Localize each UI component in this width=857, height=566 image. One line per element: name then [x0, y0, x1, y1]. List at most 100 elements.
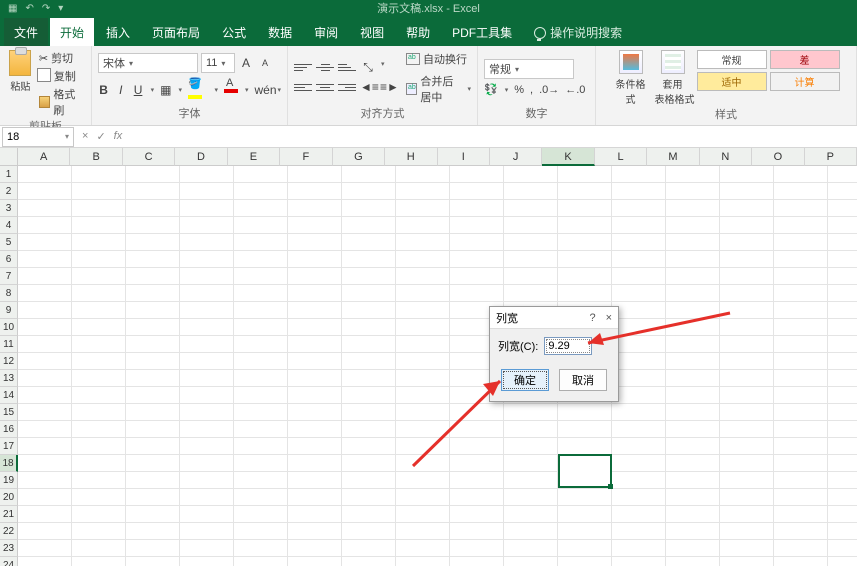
- align-left-button[interactable]: [294, 80, 312, 96]
- row-header-10[interactable]: 10: [0, 319, 18, 336]
- percent-button[interactable]: %: [514, 84, 524, 96]
- cells-area[interactable]: [18, 166, 857, 566]
- border-button[interactable]: ▦: [160, 83, 171, 97]
- style-calc[interactable]: 计算: [770, 72, 840, 91]
- name-box[interactable]: 18 ▾: [2, 127, 74, 147]
- row-header-19[interactable]: 19: [0, 472, 18, 489]
- save-icon[interactable]: ▦: [8, 3, 17, 14]
- align-center-button[interactable]: [316, 80, 334, 96]
- format-as-table-button[interactable]: 套用 表格格式: [655, 50, 691, 106]
- column-header-F[interactable]: F: [280, 148, 332, 166]
- decrease-font-button[interactable]: A: [257, 58, 273, 68]
- tab-page-layout[interactable]: 页面布局: [142, 18, 210, 46]
- column-header-G[interactable]: G: [333, 148, 385, 166]
- tab-formulas[interactable]: 公式: [212, 18, 256, 46]
- accounting-format-button[interactable]: 💱: [484, 83, 498, 96]
- row-header-8[interactable]: 8: [0, 285, 18, 302]
- row-header-20[interactable]: 20: [0, 489, 18, 506]
- column-header-H[interactable]: H: [385, 148, 437, 166]
- cancel-formula-button[interactable]: ×: [82, 130, 88, 143]
- row-header-3[interactable]: 3: [0, 200, 18, 217]
- increase-indent-button[interactable]: ≡►: [380, 80, 396, 96]
- cancel-button[interactable]: 取消: [559, 369, 607, 391]
- style-good[interactable]: 适中: [697, 72, 767, 91]
- italic-button[interactable]: I: [115, 83, 126, 97]
- increase-decimal-button[interactable]: .0→: [539, 84, 559, 96]
- cut-button[interactable]: ✂剪切: [39, 50, 85, 66]
- row-header-15[interactable]: 15: [0, 404, 18, 421]
- column-header-K[interactable]: K: [542, 148, 594, 166]
- row-header-16[interactable]: 16: [0, 421, 18, 438]
- column-headers[interactable]: ABCDEFGHIJKLMNOP: [18, 148, 857, 166]
- row-header-14[interactable]: 14: [0, 387, 18, 404]
- orientation-button[interactable]: ⤡: [360, 60, 376, 76]
- align-right-button[interactable]: [338, 80, 356, 96]
- column-header-I[interactable]: I: [438, 148, 490, 166]
- column-header-J[interactable]: J: [490, 148, 542, 166]
- row-header-23[interactable]: 23: [0, 540, 18, 557]
- column-header-D[interactable]: D: [175, 148, 227, 166]
- row-header-5[interactable]: 5: [0, 234, 18, 251]
- tab-insert[interactable]: 插入: [96, 18, 140, 46]
- row-header-21[interactable]: 21: [0, 506, 18, 523]
- column-header-C[interactable]: C: [123, 148, 175, 166]
- copy-button[interactable]: 复制: [39, 68, 85, 84]
- tab-home[interactable]: 开始: [50, 18, 94, 46]
- row-headers[interactable]: 1234567891011121314151617181920212223242…: [0, 166, 18, 566]
- row-header-11[interactable]: 11: [0, 336, 18, 353]
- dialog-help-button[interactable]: ?: [589, 312, 595, 324]
- align-top-button[interactable]: [294, 60, 312, 76]
- row-header-18[interactable]: 18: [0, 455, 18, 472]
- column-header-E[interactable]: E: [228, 148, 280, 166]
- tell-me-search[interactable]: 操作说明搜索: [524, 18, 632, 46]
- enter-formula-button[interactable]: ✓: [96, 130, 105, 143]
- style-normal[interactable]: 常规: [697, 50, 767, 69]
- style-bad[interactable]: 差: [770, 50, 840, 69]
- tab-pdf-tools[interactable]: PDF工具集: [442, 18, 522, 46]
- dialog-titlebar[interactable]: 列宽 ? ×: [490, 307, 618, 329]
- decrease-indent-button[interactable]: ◄≡: [360, 80, 376, 96]
- decrease-decimal-button[interactable]: ←.0: [565, 84, 585, 96]
- phonetic-button[interactable]: wén: [254, 83, 270, 97]
- tab-view[interactable]: 视图: [350, 18, 394, 46]
- column-width-input[interactable]: [544, 337, 592, 355]
- font-size-combo[interactable]: 11▾: [201, 53, 235, 73]
- comma-button[interactable]: ,: [530, 84, 533, 96]
- font-color-button[interactable]: [224, 84, 238, 96]
- row-header-7[interactable]: 7: [0, 268, 18, 285]
- column-header-M[interactable]: M: [647, 148, 699, 166]
- align-middle-button[interactable]: [316, 60, 334, 76]
- column-header-P[interactable]: P: [805, 148, 857, 166]
- row-header-6[interactable]: 6: [0, 251, 18, 268]
- bold-button[interactable]: B: [98, 83, 109, 97]
- paste-button[interactable]: 粘贴: [6, 50, 35, 93]
- qat-more-icon[interactable]: ▾: [58, 3, 63, 14]
- row-header-12[interactable]: 12: [0, 353, 18, 370]
- font-name-combo[interactable]: 宋体▾: [98, 53, 198, 73]
- wrap-text-button[interactable]: 自动换行: [406, 51, 471, 67]
- fx-icon[interactable]: fx: [114, 130, 123, 143]
- row-header-9[interactable]: 9: [0, 302, 18, 319]
- align-bottom-button[interactable]: [338, 60, 356, 76]
- row-header-22[interactable]: 22: [0, 523, 18, 540]
- underline-button[interactable]: U: [132, 83, 143, 97]
- tab-data[interactable]: 数据: [258, 18, 302, 46]
- format-painter-button[interactable]: 格式刷: [39, 86, 85, 118]
- increase-font-button[interactable]: A: [238, 56, 254, 70]
- row-header-1[interactable]: 1: [0, 166, 18, 183]
- select-all-corner[interactable]: [0, 148, 18, 166]
- redo-icon[interactable]: ↷: [42, 3, 50, 14]
- row-header-13[interactable]: 13: [0, 370, 18, 387]
- conditional-format-button[interactable]: 条件格式: [613, 50, 649, 106]
- row-header-17[interactable]: 17: [0, 438, 18, 455]
- row-header-4[interactable]: 4: [0, 217, 18, 234]
- cell-styles-gallery[interactable]: 常规 差 适中 计算: [697, 50, 840, 91]
- column-header-L[interactable]: L: [595, 148, 647, 166]
- merge-center-button[interactable]: 合并后居中▾: [406, 73, 471, 105]
- dialog-close-button[interactable]: ×: [606, 312, 612, 324]
- number-format-combo[interactable]: 常规▾: [484, 59, 574, 79]
- row-header-2[interactable]: 2: [0, 183, 18, 200]
- column-header-N[interactable]: N: [700, 148, 752, 166]
- column-header-B[interactable]: B: [70, 148, 122, 166]
- undo-icon[interactable]: ↶: [25, 3, 33, 14]
